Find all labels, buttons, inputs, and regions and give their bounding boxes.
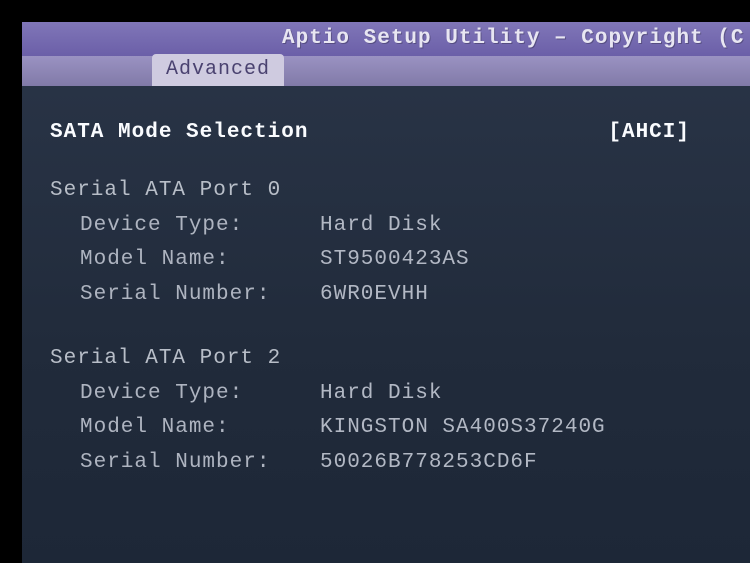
port2-device-type-row: Device Type: Hard Disk xyxy=(50,379,730,409)
port2-device-type: Hard Disk xyxy=(320,379,442,409)
port2-serial-row: Serial Number: 50026B778253CD6F xyxy=(50,448,730,478)
tab-bar: Advanced xyxy=(22,56,750,86)
sata-mode-value: [AHCI] xyxy=(608,118,730,148)
serial-label: Serial Number: xyxy=(50,280,320,310)
bios-title-bar: Aptio Setup Utility – Copyright (C xyxy=(22,22,750,56)
device-type-label: Device Type: xyxy=(50,211,320,241)
port0-serial: 6WR0EVHH xyxy=(320,280,429,310)
port0-header: Serial ATA Port 0 xyxy=(50,176,730,206)
model-label: Model Name: xyxy=(50,245,320,275)
monitor-bezel: Aptio Setup Utility – Copyright (C Advan… xyxy=(0,0,750,563)
port2-header: Serial ATA Port 2 xyxy=(50,344,730,374)
port2-serial: 50026B778253CD6F xyxy=(320,448,538,478)
spacer xyxy=(50,314,730,334)
tab-advanced[interactable]: Advanced xyxy=(152,54,284,86)
port0-model-row: Model Name: ST9500423AS xyxy=(50,245,730,275)
sata-mode-label: SATA Mode Selection xyxy=(50,118,368,148)
port2-model: KINGSTON SA400S37240G xyxy=(320,413,606,443)
bios-title: Aptio Setup Utility – Copyright (C xyxy=(282,27,744,50)
device-type-label: Device Type: xyxy=(50,379,320,409)
port0-title: Serial ATA Port 0 xyxy=(50,176,281,206)
port0-device-type: Hard Disk xyxy=(320,211,442,241)
serial-label: Serial Number: xyxy=(50,448,320,478)
bios-screen: Aptio Setup Utility – Copyright (C Advan… xyxy=(22,22,750,563)
port2-title: Serial ATA Port 2 xyxy=(50,344,281,374)
port0-serial-row: Serial Number: 6WR0EVHH xyxy=(50,280,730,310)
model-label: Model Name: xyxy=(50,413,320,443)
content-pane: SATA Mode Selection [AHCI] Serial ATA Po… xyxy=(22,86,750,502)
sata-mode-row[interactable]: SATA Mode Selection [AHCI] xyxy=(50,118,730,148)
port0-device-type-row: Device Type: Hard Disk xyxy=(50,211,730,241)
port0-model: ST9500423AS xyxy=(320,245,470,275)
port2-model-row: Model Name: KINGSTON SA400S37240G xyxy=(50,413,730,443)
